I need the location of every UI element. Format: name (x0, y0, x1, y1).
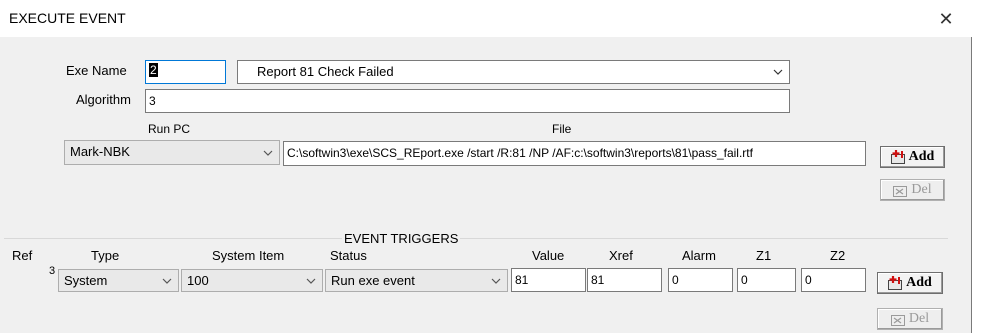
trigger-value: 81 (515, 273, 529, 287)
trigger-xref-input[interactable]: 81 (587, 268, 662, 292)
del-exe-label: Del (911, 182, 932, 197)
trigger-type-value: System (64, 273, 108, 288)
trigger-system-item-dropdown[interactable]: 100 (181, 269, 323, 292)
run-pc-dropdown[interactable]: Mark-NBK (64, 140, 280, 165)
del-trigger-button[interactable]: Del (877, 308, 943, 330)
trigger-alarm-input[interactable]: 0 (668, 268, 733, 292)
trigger-status-value: Run exe event (331, 273, 415, 288)
section-divider (4, 238, 948, 239)
algorithm-input[interactable]: 3 (145, 89, 790, 113)
trigger-type-dropdown[interactable]: System (58, 269, 179, 292)
add-exe-label: Add (908, 149, 935, 164)
col-status: Status (330, 248, 367, 263)
chevron-down-icon (162, 270, 172, 291)
add-record-icon (888, 276, 903, 290)
exe-name-value: 2 (149, 63, 158, 77)
close-icon[interactable]: ✕ (934, 8, 958, 30)
trigger-status-dropdown[interactable]: Run exe event (325, 269, 508, 292)
del-exe-button[interactable]: Del (880, 179, 945, 201)
trigger-z2-input[interactable]: 0 (801, 268, 866, 292)
col-alarm: Alarm (682, 248, 716, 263)
chevron-down-icon (491, 270, 501, 291)
file-path-value: C:\softwin3\exe\SCS_REport.exe /start /R… (287, 146, 753, 160)
delete-record-icon (893, 183, 908, 197)
run-pc-value: Mark-NBK (70, 144, 130, 159)
algorithm-value: 3 (149, 94, 156, 108)
event-description-value: Report 81 Check Failed (257, 64, 394, 79)
file-path-input[interactable]: C:\softwin3\exe\SCS_REport.exe /start /R… (283, 141, 866, 166)
algorithm-label: Algorithm (76, 92, 131, 107)
exe-name-input[interactable]: 2 (145, 60, 226, 84)
add-trigger-button[interactable]: Add (877, 272, 943, 294)
chevron-down-icon (306, 270, 316, 291)
col-system-item: System Item (212, 248, 285, 263)
col-z1: Z1 (756, 248, 772, 263)
add-trigger-label: Add (906, 275, 932, 290)
col-z2: Z2 (830, 248, 846, 263)
col-xref: Xref (609, 248, 633, 263)
trigger-z1: 0 (741, 273, 748, 287)
exe-name-label: Exe Name (66, 63, 127, 78)
event-description-dropdown[interactable]: Report 81 Check Failed (237, 60, 790, 84)
col-ref: Ref (12, 248, 33, 263)
event-triggers-title: EVENT TRIGGERS (342, 231, 461, 246)
col-type: Type (91, 248, 120, 263)
dialog-title: EXECUTE EVENT (9, 10, 126, 26)
trigger-z2: 0 (805, 273, 812, 287)
trigger-alarm: 0 (672, 273, 679, 287)
add-exe-button[interactable]: Add (880, 146, 945, 168)
file-label: File (552, 122, 572, 136)
del-trigger-label: Del (908, 311, 930, 326)
trigger-ref: 3 (49, 265, 56, 277)
trigger-z1-input[interactable]: 0 (737, 268, 796, 292)
trigger-system-item-value: 100 (187, 273, 209, 288)
trigger-value-input[interactable]: 81 (511, 268, 586, 292)
col-value: Value (532, 248, 565, 263)
add-record-icon (890, 150, 906, 164)
chevron-down-icon (773, 61, 783, 83)
delete-record-icon (890, 312, 906, 326)
run-pc-label: Run PC (148, 122, 191, 136)
title-bar: EXECUTE EVENT ✕ (0, 0, 972, 37)
chevron-down-icon (263, 141, 273, 164)
trigger-xref: 81 (591, 273, 605, 287)
execute-event-dialog: EXECUTE EVENT ✕ Exe Name 2 Report 81 Che… (0, 0, 972, 333)
